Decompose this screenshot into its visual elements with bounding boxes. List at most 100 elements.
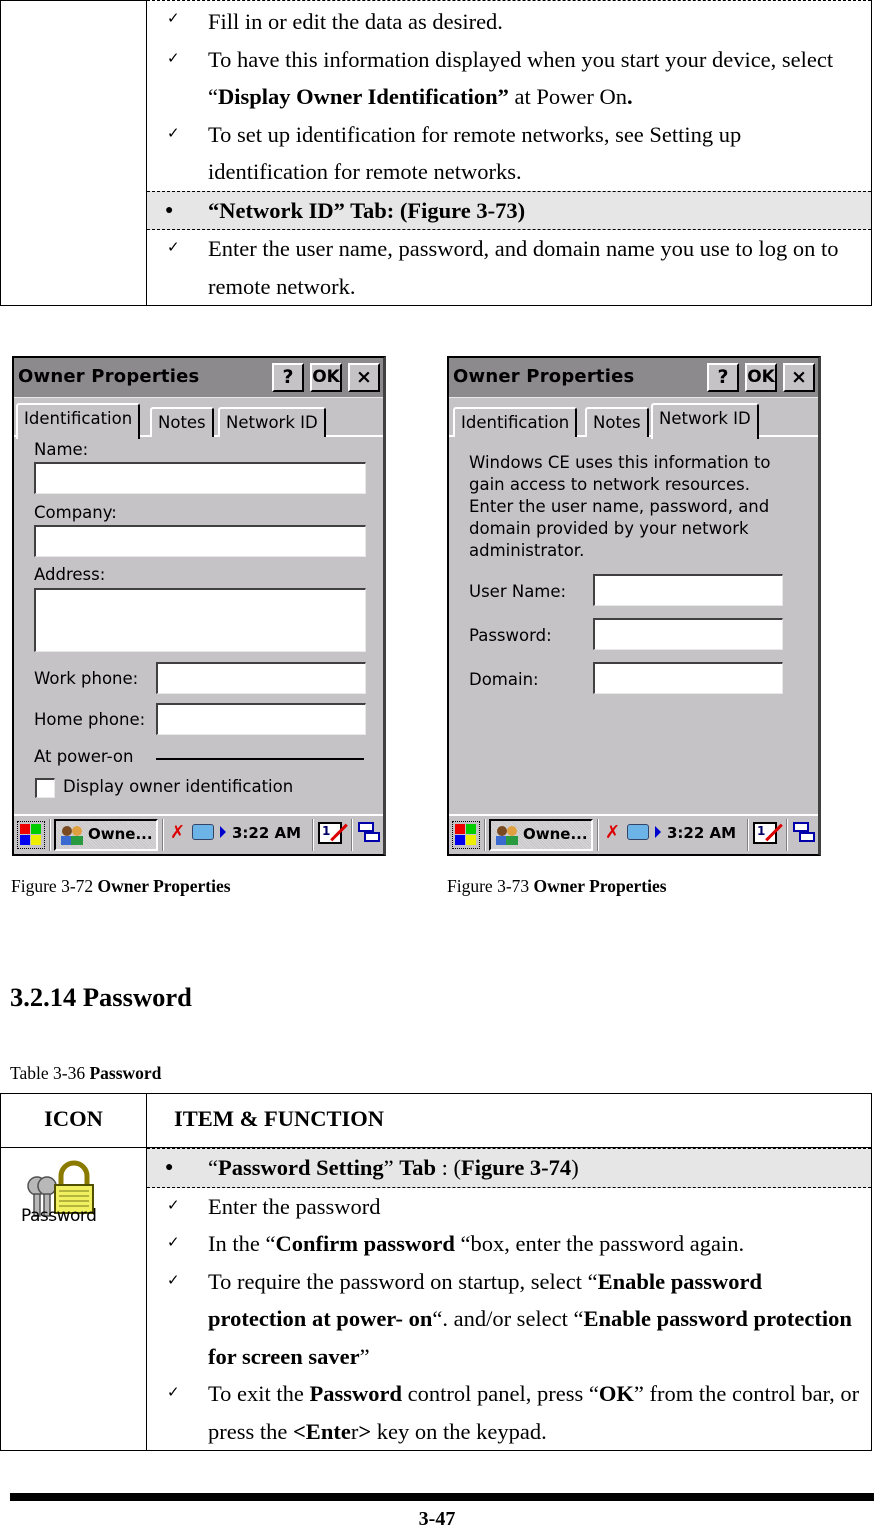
password-lock-icon — [27, 1160, 94, 1217]
password-input[interactable] — [593, 618, 783, 650]
caption-title: Owner Properties — [533, 876, 667, 896]
taskbar-divider — [162, 819, 164, 851]
password-icon-label: Password — [21, 1206, 97, 1226]
start-button[interactable] — [452, 821, 480, 849]
description-line: gain access to network resources. — [469, 475, 750, 494]
page-number: 3-47 — [418, 1508, 456, 1530]
switch-windows-icon[interactable] — [793, 822, 817, 846]
password-label: Password: — [469, 626, 552, 645]
tab-notes[interactable]: Notes — [150, 407, 214, 437]
name-input[interactable] — [34, 462, 366, 494]
text-run: In the “ — [208, 1231, 276, 1256]
taskbar-owner-task[interactable]: Owne... — [54, 819, 158, 851]
instruction-item: ✓ Fill in or edit the data as desired. — [147, 1, 871, 41]
help-button[interactable]: ? — [707, 363, 739, 392]
taskbar-divider — [484, 819, 486, 851]
instruction-item: ✓ Enter the password — [147, 1188, 871, 1226]
instruction-item: ✓ To set up identification for remote net… — [147, 116, 871, 191]
close-button[interactable]: × — [348, 363, 380, 392]
function-list: ● “Password Setting” Tab : (Figure 3-74) ✓… — [147, 1148, 871, 1450]
instruction-item: ✓ To have this information displayed when… — [147, 41, 871, 116]
function-list: ✓ Fill in or edit the data as desired. ✓ To… — [147, 1, 871, 305]
text-run: Password — [309, 1381, 403, 1406]
checkmark-icon: ✓ — [167, 1385, 180, 1401]
clock[interactable]: 3:22 AM — [667, 824, 736, 842]
text-run: key on the keypad. — [371, 1418, 547, 1444]
ok-button[interactable]: OK — [310, 363, 342, 392]
tab-heading-row: ● “Network ID” Tab: (Figure 3-73) — [147, 190, 871, 230]
icon-cell: Password — [0, 1147, 147, 1451]
domain-input[interactable] — [593, 662, 783, 694]
text-run: ) — [571, 1155, 579, 1180]
input-panel-icon[interactable]: 1 — [318, 822, 342, 844]
domain-label: Domain: — [469, 670, 539, 689]
icon-cell-empty — [0, 0, 147, 306]
work-phone-input[interactable] — [156, 662, 366, 694]
window-title: Owner Properties — [453, 366, 635, 387]
work-phone-label: Work phone: — [34, 669, 139, 688]
home-phone-input[interactable] — [156, 703, 366, 735]
text-run: Password Setting — [218, 1155, 384, 1180]
close-button[interactable]: × — [783, 363, 815, 392]
taskbar: Owne... ✗ 3:22 AM 1 — [14, 814, 383, 854]
description-line: Windows CE uses this information to — [469, 453, 771, 472]
company-input[interactable] — [34, 525, 366, 557]
text-run: “Network ID” Tab: (Figure 3-73) — [208, 197, 526, 223]
input-panel-icon[interactable]: 1 — [753, 822, 777, 844]
text-run: Enter the user name, password, and domai… — [208, 236, 839, 299]
group-separator — [156, 758, 364, 760]
pc-connection-icon[interactable] — [192, 824, 214, 840]
tab-network-id[interactable]: Network ID — [651, 403, 759, 439]
text-run: ” — [383, 1155, 400, 1180]
header-item-function: ITEM & FUNCTION — [146, 1093, 872, 1148]
text-run: > — [358, 1418, 372, 1444]
bullet-icon: ● — [165, 1160, 174, 1175]
ok-button[interactable]: OK — [745, 363, 777, 392]
help-button[interactable]: ? — [272, 363, 304, 392]
bullet-icon: ● — [165, 202, 174, 218]
network-disconnected-icon[interactable]: ✗ — [170, 822, 185, 843]
text-run: Figure 3-74 — [460, 1155, 572, 1180]
title-bar: Owner Properties ? OK × — [14, 358, 383, 398]
tray-expand-icon[interactable] — [655, 826, 661, 838]
pc-connection-icon[interactable] — [627, 824, 649, 840]
owner-properties-identification-screenshot: Owner Properties ? OK × Identification N… — [12, 356, 386, 856]
owner-properties-network-id-screenshot: Owner Properties ? OK × Identification N… — [447, 356, 821, 856]
checkmark-icon: ✓ — [167, 11, 180, 27]
checkmark-icon: ✓ — [167, 1197, 180, 1214]
caption-prefix: Table 3-36 — [10, 1063, 90, 1083]
instruction-item: ✓ To require the password on startup, sel… — [147, 1263, 871, 1376]
people-icon — [496, 826, 518, 845]
tab-notes[interactable]: Notes — [585, 407, 649, 437]
display-owner-checkbox[interactable] — [35, 778, 55, 798]
caption-title: Password — [89, 1063, 162, 1083]
title-bar: Owner Properties ? OK × — [449, 358, 818, 398]
taskbar: Owne... ✗ 3:22 AM 1 — [449, 814, 818, 854]
table-caption: Table 3-36 Password — [10, 1063, 161, 1084]
tab-identification[interactable]: Identification — [16, 403, 141, 439]
display-owner-label[interactable]: Display owner identification — [63, 777, 293, 796]
taskbar-divider — [786, 819, 788, 851]
taskbar-owner-task[interactable]: Owne... — [489, 819, 593, 851]
table-header-row: ICON ITEM & FUNCTION — [0, 1093, 872, 1148]
tray-expand-icon[interactable] — [220, 826, 226, 838]
caption-title: Owner Properties — [97, 876, 231, 896]
window-title: Owner Properties — [18, 366, 200, 387]
taskbar-divider — [351, 819, 353, 851]
tab-identification[interactable]: Identification — [453, 407, 578, 437]
clock[interactable]: 3:22 AM — [232, 824, 301, 842]
checkmark-icon: ✓ — [167, 50, 180, 67]
home-phone-label: Home phone: — [34, 710, 146, 729]
people-icon — [61, 826, 83, 845]
power-on-group-label: At power-on — [34, 747, 134, 766]
user-name-input[interactable] — [593, 574, 783, 606]
tab-heading-row: ● “Password Setting” Tab : (Figure 3-74) — [147, 1148, 871, 1188]
address-input[interactable] — [34, 588, 366, 652]
switch-windows-icon[interactable] — [358, 822, 382, 846]
tab-strip: Identification Notes Network ID — [14, 403, 383, 439]
network-disconnected-icon[interactable]: ✗ — [605, 822, 620, 843]
start-button[interactable] — [17, 821, 45, 849]
tab-network-id[interactable]: Network ID — [218, 407, 326, 437]
header-icon: ICON — [0, 1093, 147, 1148]
task-label: Owne... — [88, 825, 153, 843]
